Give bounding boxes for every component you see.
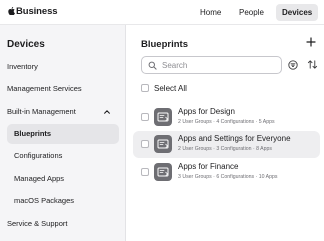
blueprint-meta: 2 User Groups · 3 Configuration · 8 Apps [178,146,272,152]
apple-logo-icon [8,7,15,15]
sidebar-item-blueprints[interactable]: Blueprints [7,124,119,144]
search-input[interactable] [162,59,277,71]
blueprint-glyph-icon [157,112,169,122]
blueprint-name: Apps for Finance [178,162,239,171]
select-all-label[interactable]: Select All [154,84,187,93]
sidebar-item-built-in-management[interactable]: Built-in Management [7,107,76,116]
sidebar-item-configurations[interactable]: Configurations [7,146,119,166]
brand-name: Business [16,6,58,17]
select-all-checkbox[interactable] [141,84,149,92]
sidebar-item-management-services[interactable]: Management Services [7,84,82,93]
row-checkbox[interactable] [141,113,149,121]
sidebar-item-managed-apps[interactable]: Managed Apps [7,169,119,189]
top-bar: Business Home People Devices [0,0,324,25]
row-checkbox[interactable] [141,140,149,148]
search-icon [148,61,157,70]
blueprint-icon [154,163,172,181]
add-blueprint-button[interactable] [306,37,316,47]
search-field[interactable] [141,56,282,74]
chevron-up-icon[interactable] [103,108,111,116]
blueprint-meta: 2 User Groups · 4 Configurations · 5 App… [178,119,275,125]
row-checkbox[interactable] [141,168,149,176]
blueprint-row[interactable]: Apps and Settings for Everyone 2 User Gr… [133,131,320,158]
sort-icon[interactable] [307,59,318,70]
blueprint-meta: 3 User Groups · 6 Configurations · 10 Ap… [178,174,278,180]
blueprint-row[interactable]: Apps for Design 2 User Groups · 4 Config… [133,104,320,131]
filter-icon[interactable] [288,60,298,70]
blueprint-icon [154,108,172,126]
sidebar: Devices Inventory Management Services Bu… [0,25,126,241]
sidebar-title: Devices [7,39,45,50]
sidebar-item-macos-packages[interactable]: macOS Packages [7,191,119,211]
blueprint-icon [154,135,172,153]
blueprint-name: Apps for Design [178,107,235,116]
blueprint-row[interactable]: Apps for Finance 3 User Groups · 6 Confi… [133,159,320,186]
page-title: Blueprints [141,39,188,50]
sidebar-item-service-support[interactable]: Service & Support [7,219,67,228]
nav-home[interactable]: Home [194,4,227,21]
nav-people[interactable]: People [233,4,270,21]
nav-devices[interactable]: Devices [276,4,319,21]
blueprint-glyph-icon [157,167,169,177]
brand-logo[interactable]: Business [8,6,58,17]
blueprint-name: Apps and Settings for Everyone [178,134,291,143]
sidebar-item-inventory[interactable]: Inventory [7,62,38,71]
blueprint-glyph-icon [157,139,169,149]
